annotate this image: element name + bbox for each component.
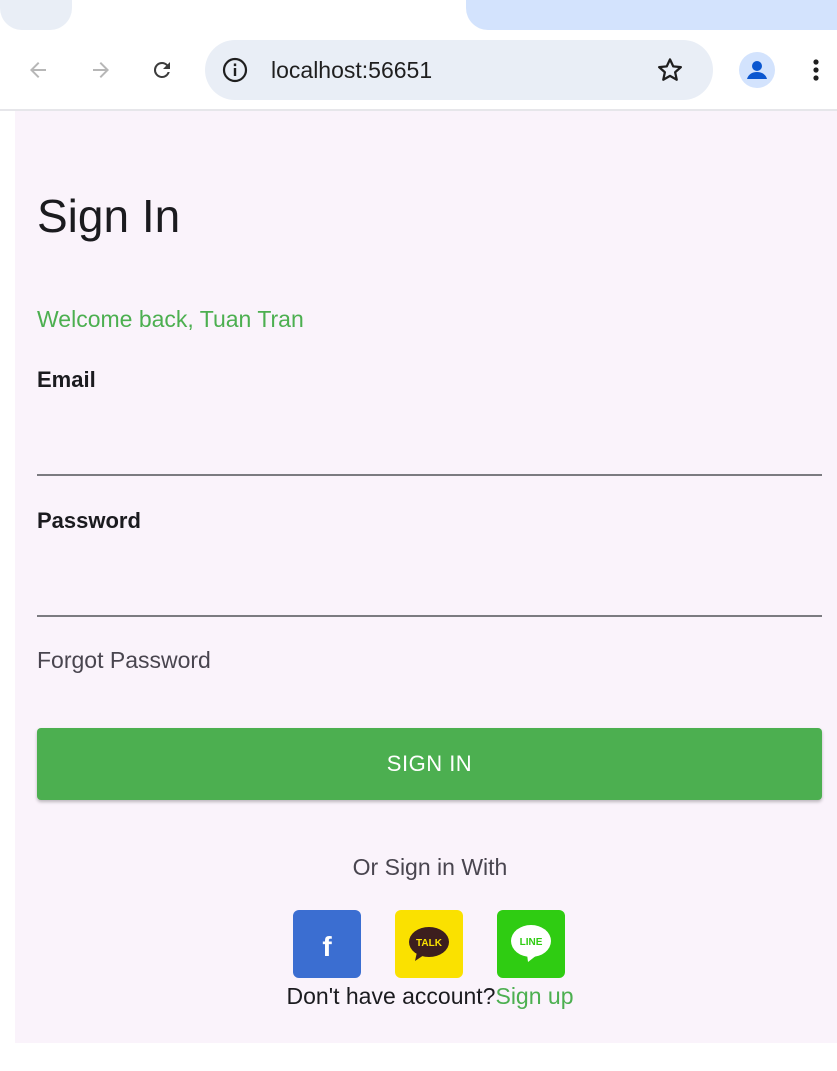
address-bar[interactable]: localhost:56651: [205, 40, 713, 100]
sign-in-page: Sign In Welcome back, Tuan Tran Email Pa…: [15, 111, 837, 1043]
profile-avatar[interactable]: [739, 52, 775, 88]
url-text[interactable]: localhost:56651: [271, 40, 432, 100]
line-login-button[interactable]: LINE: [497, 910, 565, 978]
no-account-text: Don't have account?: [286, 983, 496, 1009]
arrow-right-icon: [93, 62, 109, 78]
sign-up-link[interactable]: Sign up: [495, 983, 573, 1009]
or-sign-in-with-label: Or Sign in With: [352, 854, 508, 880]
welcome-message: Welcome back, Tuan Tran: [37, 306, 304, 332]
line-icon: LINE: [511, 925, 551, 962]
more-vert-icon: [813, 59, 819, 81]
kakaotalk-icon: TALK: [409, 927, 449, 961]
password-field[interactable]: [37, 573, 822, 617]
inactive-tab[interactable]: [0, 0, 72, 30]
page-title: Sign In: [37, 190, 181, 242]
back-button[interactable]: [22, 54, 54, 86]
email-label: Email: [37, 367, 96, 392]
kakaotalk-login-button[interactable]: TALK: [395, 910, 463, 978]
facebook-login-button[interactable]: f: [293, 910, 361, 978]
svg-text:TALK: TALK: [416, 938, 443, 949]
person-icon: [747, 61, 767, 79]
svg-text:f: f: [322, 931, 332, 962]
reload-icon: [153, 61, 170, 78]
svg-text:LINE: LINE: [520, 937, 543, 948]
tab-strip: [0, 0, 837, 32]
reload-button[interactable]: [146, 54, 178, 86]
email-field[interactable]: [37, 432, 822, 476]
menu-button[interactable]: [806, 52, 826, 88]
sign-in-button[interactable]: SIGN IN: [37, 728, 822, 800]
facebook-icon: f: [322, 931, 332, 962]
forward-button[interactable]: [85, 54, 117, 86]
password-label: Password: [37, 508, 141, 533]
info-icon[interactable]: [221, 56, 249, 84]
forgot-password-link[interactable]: Forgot Password: [37, 647, 211, 674]
arrow-left-icon: [30, 62, 46, 78]
star-icon[interactable]: [655, 55, 685, 85]
signup-prompt: Don't have account?Sign up: [15, 983, 837, 1010]
browser-toolbar: localhost:56651: [0, 32, 837, 110]
active-tab[interactable]: [466, 0, 837, 30]
